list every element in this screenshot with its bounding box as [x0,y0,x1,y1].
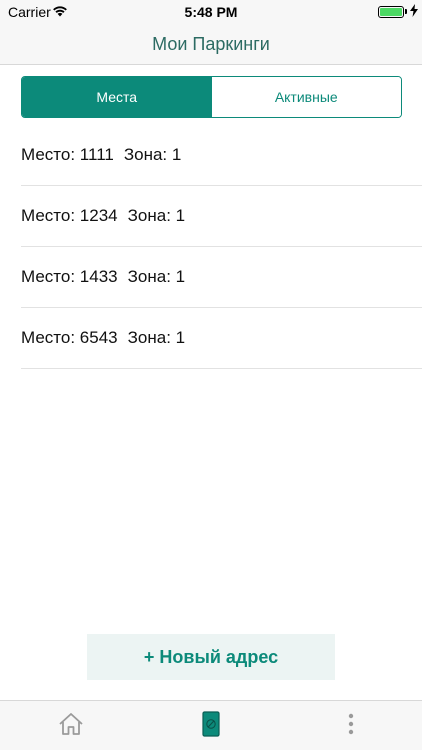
new-address-button[interactable]: + Новый адрес [87,634,335,680]
segmented-control: Места Активные [21,76,402,118]
zone-label: Зона: 1 [127,267,186,286]
place-label: Место: 1111 [21,145,114,164]
place-label: Место: 1234 [21,206,118,225]
list-item[interactable]: Место: 1234 Зона: 1 [21,186,422,247]
status-bar: Carrier 5:48 PM [0,0,422,24]
clock: 5:48 PM [184,4,238,20]
navigation-bar: Мои Паркинги [0,24,422,65]
tab-more[interactable] [336,711,366,741]
place-label: Место: 6543 [21,328,118,347]
page-title: Мои Паркинги [152,34,270,54]
more-icon [348,713,354,740]
zone-label: Зона: 1 [127,328,186,347]
home-icon [58,712,84,741]
battery-icon [378,6,404,18]
tab-bar [0,700,422,750]
tab-home[interactable] [56,711,86,741]
parking-list: Место: 1111 Зона: 1 Место: 1234 Зона: 1 … [21,125,422,369]
zone-label: Зона: 1 [123,145,182,164]
charging-icon [410,4,418,20]
list-item[interactable]: Место: 1433 Зона: 1 [21,247,422,308]
segment-active[interactable]: Активные [211,77,401,117]
zone-label: Зона: 1 [127,206,186,225]
segment-places[interactable]: Места [22,77,212,117]
battery-tip [405,9,407,14]
list-item[interactable]: Место: 1111 Зона: 1 [21,125,422,186]
place-label: Место: 1433 [21,267,118,286]
parking-icon [202,710,220,742]
list-item[interactable]: Место: 6543 Зона: 1 [21,308,422,369]
tab-parking[interactable] [196,710,226,742]
